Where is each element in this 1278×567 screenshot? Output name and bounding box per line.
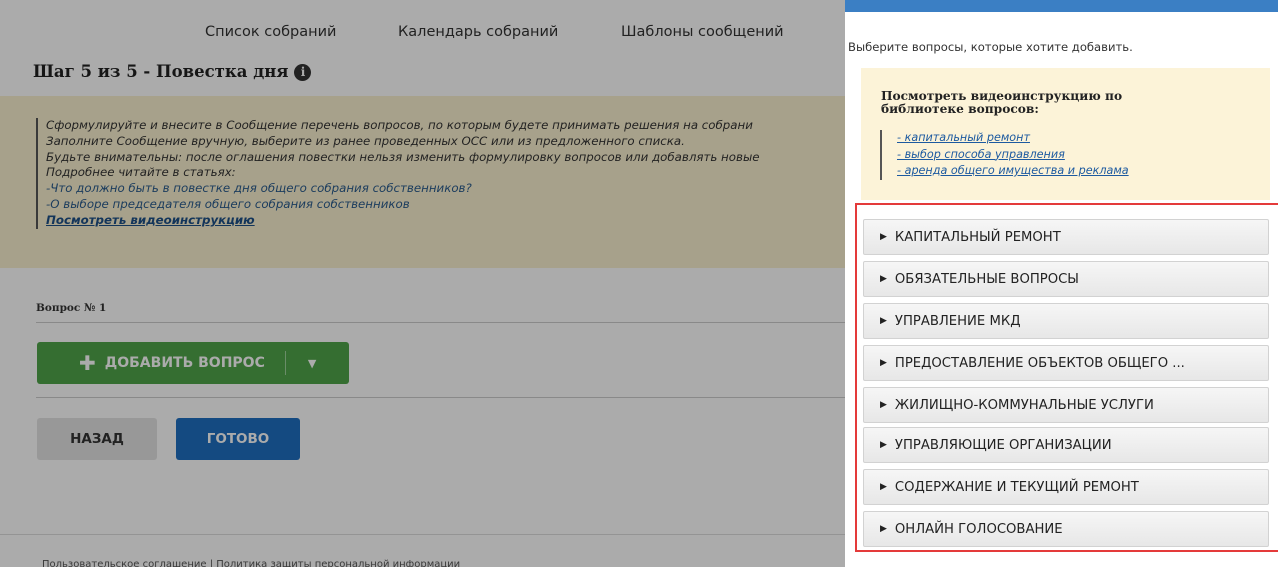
category-mkd-management[interactable]: ▶ УПРАВЛЕНИЕ МКД xyxy=(863,303,1269,339)
video-link-capital-repair[interactable]: - капитальный ремонт xyxy=(897,130,1129,147)
caret-right-icon: ▶ xyxy=(880,400,887,410)
category-label: ЖИЛИЩНО-КОММУНАЛЬНЫЕ УСЛУГИ xyxy=(894,397,1154,413)
question-library-panel: Выберите вопросы, которые хотите добавит… xyxy=(845,0,1278,567)
category-online-voting[interactable]: ▶ ОНЛАЙН ГОЛОСОВАНИЕ xyxy=(863,511,1269,547)
caret-right-icon: ▶ xyxy=(880,524,887,534)
panel-header xyxy=(845,0,1278,12)
video-instructions-box: Посмотреть видеоинструкцию по библиотеке… xyxy=(861,68,1270,200)
caret-right-icon: ▶ xyxy=(880,482,887,492)
category-label: УПРАВЛЯЮЩИЕ ОРГАНИЗАЦИИ xyxy=(894,437,1112,453)
panel-subtitle: Выберите вопросы, которые хотите добавит… xyxy=(848,40,1133,54)
category-label: СОДЕРЖАНИЕ И ТЕКУЩИЙ РЕМОНТ xyxy=(894,479,1139,495)
category-label: УПРАВЛЕНИЕ МКД xyxy=(894,313,1021,329)
category-utilities[interactable]: ▶ ЖИЛИЩНО-КОММУНАЛЬНЫЕ УСЛУГИ xyxy=(863,387,1269,423)
video-box-title: Посмотреть видеоинструкцию по библиотеке… xyxy=(881,89,1123,116)
video-link-management-method[interactable]: - выбор способа управления xyxy=(897,147,1129,164)
caret-right-icon: ▶ xyxy=(880,232,887,242)
category-common-property[interactable]: ▶ ПРЕДОСТАВЛЕНИЕ ОБЪЕКТОВ ОБЩЕГО ... xyxy=(863,345,1269,381)
modal-overlay[interactable] xyxy=(0,0,845,567)
category-label: ОНЛАЙН ГОЛОСОВАНИЕ xyxy=(894,521,1063,537)
category-maintenance[interactable]: ▶ СОДЕРЖАНИЕ И ТЕКУЩИЙ РЕМОНТ xyxy=(863,469,1269,505)
caret-right-icon: ▶ xyxy=(880,440,887,450)
caret-right-icon: ▶ xyxy=(880,274,887,284)
video-link-rent-advertising[interactable]: - аренда общего имущества и реклама xyxy=(897,163,1129,180)
category-label: ПРЕДОСТАВЛЕНИЕ ОБЪЕКТОВ ОБЩЕГО ... xyxy=(894,355,1185,371)
category-label: КАПИТАЛЬНЫЙ РЕМОНТ xyxy=(894,229,1061,245)
category-capital-repair[interactable]: ▶ КАПИТАЛЬНЫЙ РЕМОНТ xyxy=(863,219,1269,255)
category-label: ОБЯЗАТЕЛЬНЫЕ ВОПРОСЫ xyxy=(894,271,1079,287)
category-management-companies[interactable]: ▶ УПРАВЛЯЮЩИЕ ОРГАНИЗАЦИИ xyxy=(863,427,1269,463)
caret-right-icon: ▶ xyxy=(880,316,887,326)
caret-right-icon: ▶ xyxy=(880,358,887,368)
category-mandatory-questions[interactable]: ▶ ОБЯЗАТЕЛЬНЫЕ ВОПРОСЫ xyxy=(863,261,1269,297)
